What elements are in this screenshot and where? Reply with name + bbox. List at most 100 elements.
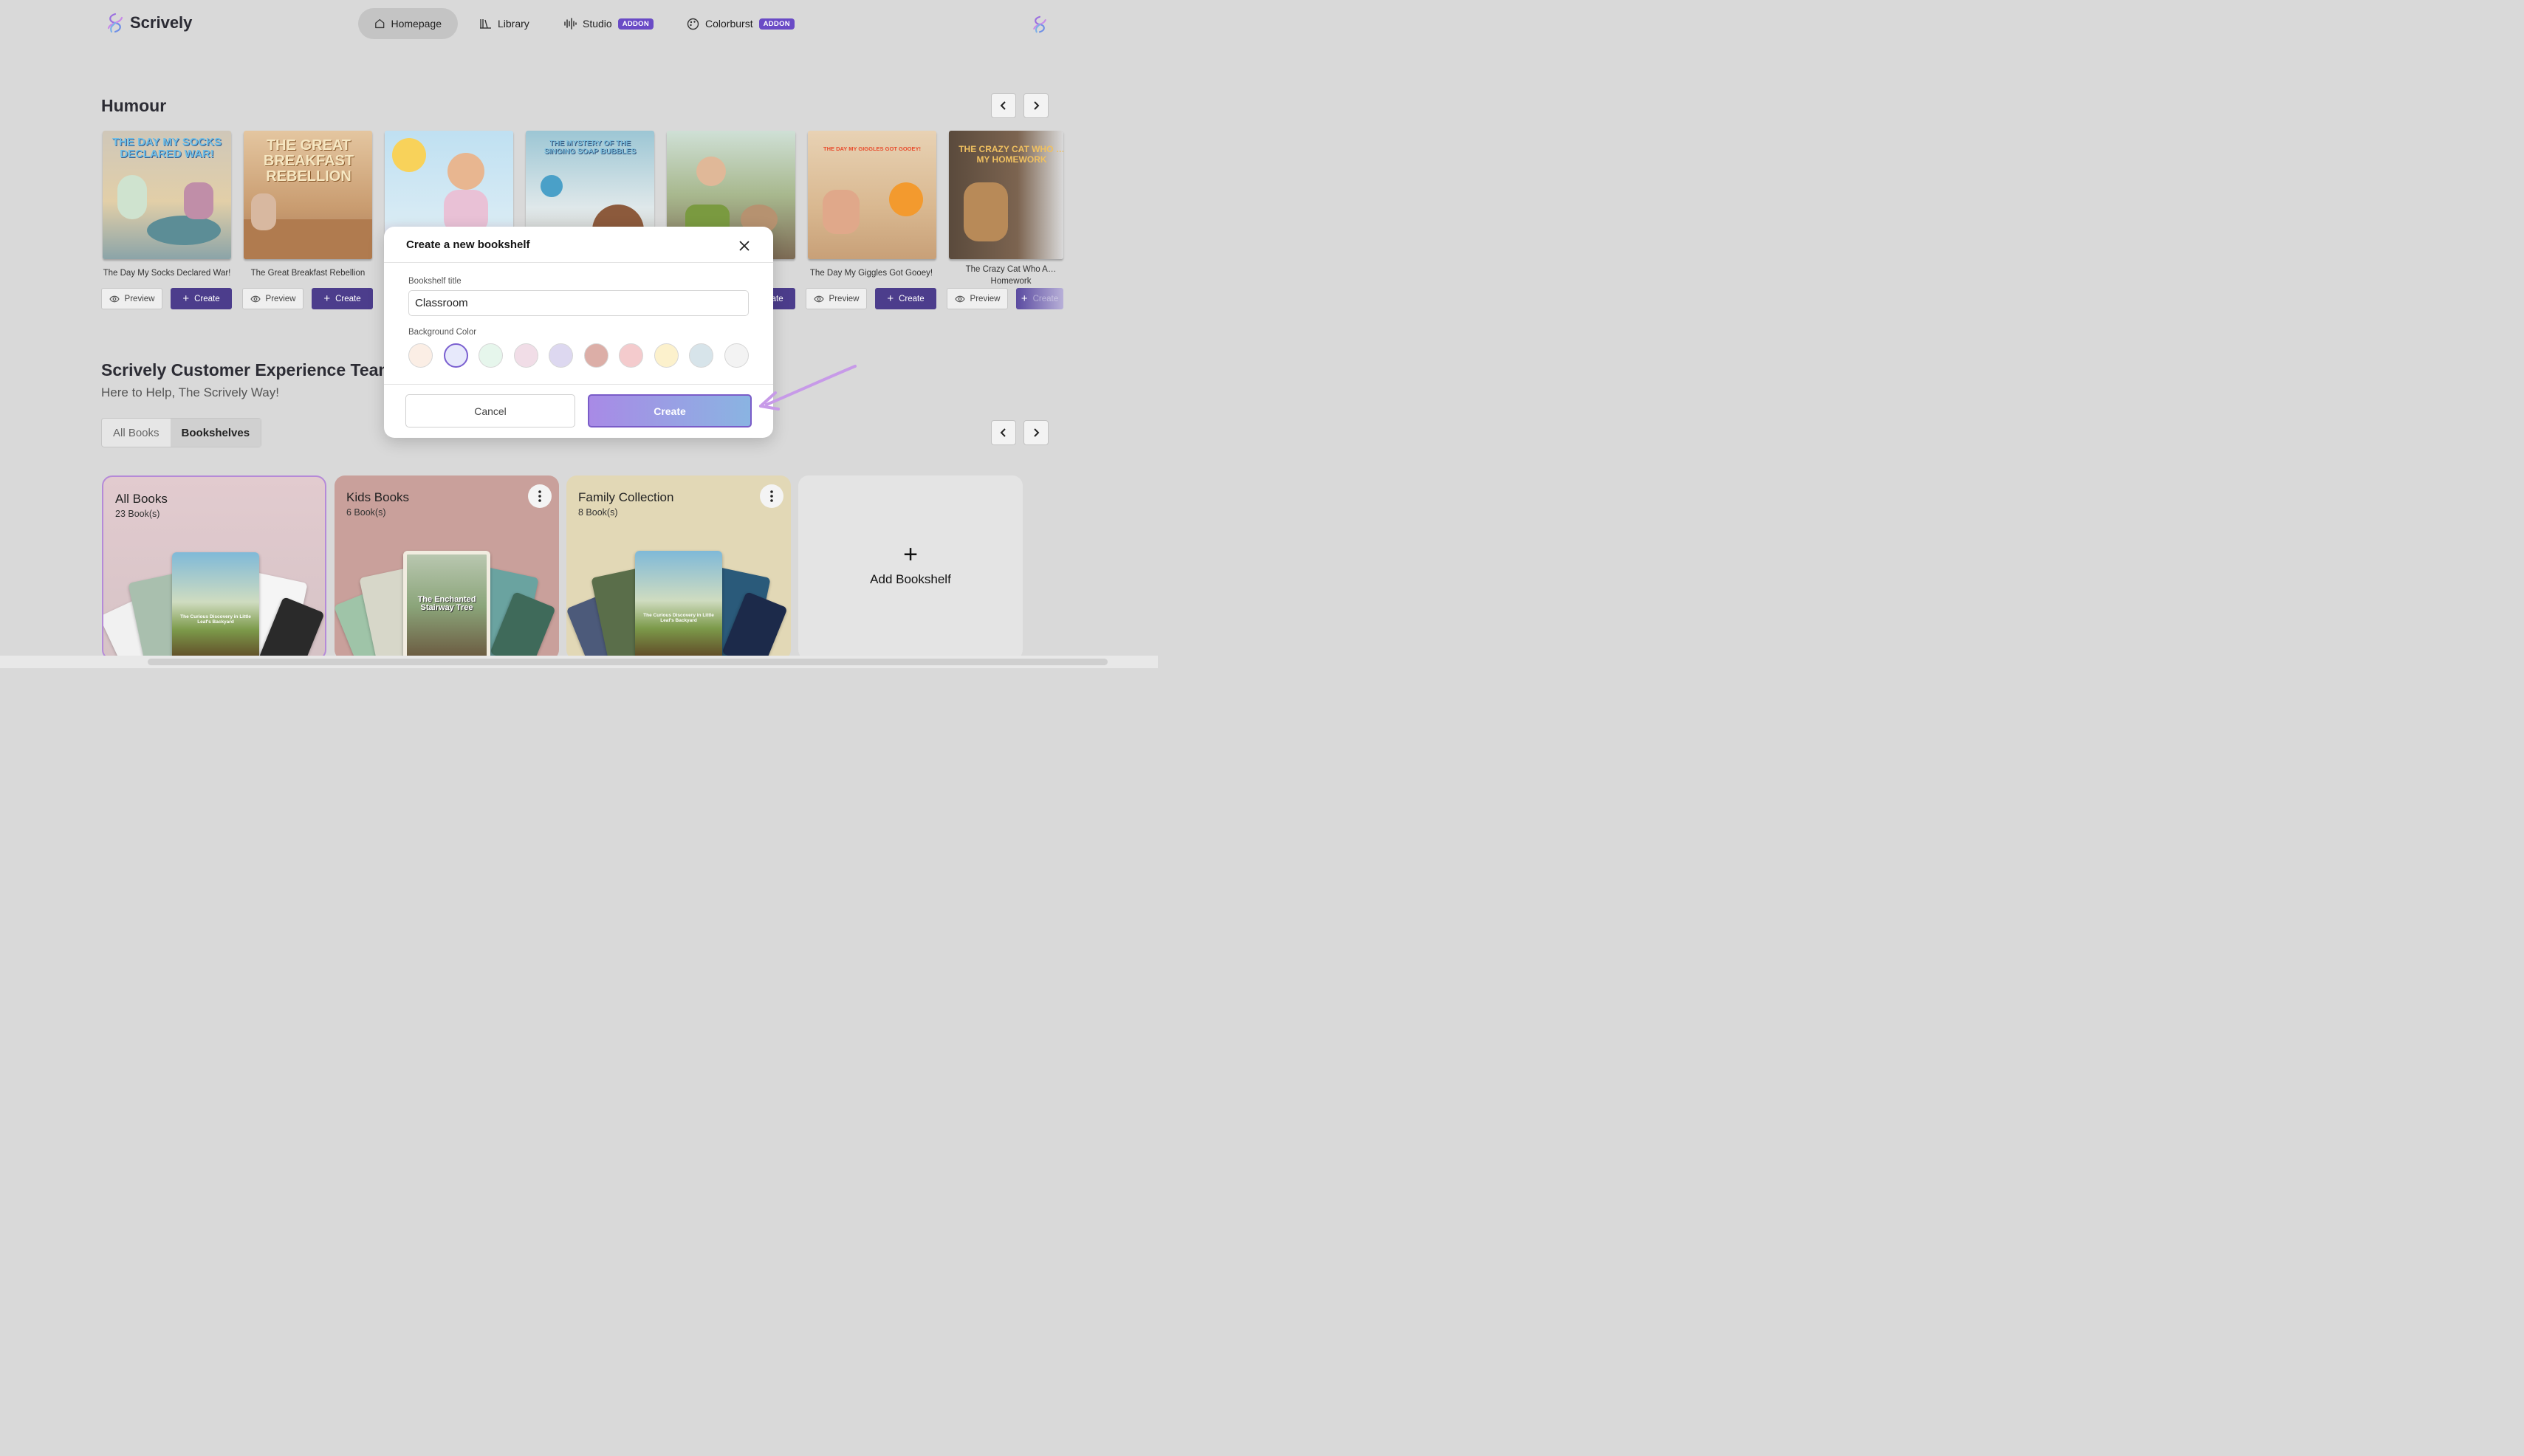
nav-colorburst[interactable]: Colorburst ADDON <box>671 8 811 39</box>
cover-figure <box>184 182 213 219</box>
scrively-logo-icon <box>107 13 123 33</box>
plus-icon: + <box>182 292 190 305</box>
book-title: The Day My Giggles Got Gooey! <box>809 269 933 278</box>
more-vertical-icon <box>770 490 773 502</box>
create-bookshelf-button[interactable]: Create <box>588 394 752 427</box>
shelf-menu-button[interactable] <box>528 484 552 508</box>
book-title: The Great Breakfast Rebellion <box>250 269 366 278</box>
nav-studio[interactable]: Studio ADDON <box>547 8 670 39</box>
preview-label: Preview <box>265 294 296 303</box>
book-cover[interactable]: THE CRAZY CAT WHO … MY HOMEWORK <box>949 131 1063 259</box>
color-swatch-rose[interactable] <box>584 343 608 368</box>
nav-library-label: Library <box>498 18 529 30</box>
eye-icon <box>250 295 261 302</box>
create-button[interactable]: + Create <box>875 288 936 309</box>
color-swatch-cream[interactable] <box>654 343 679 368</box>
library-icon <box>480 19 491 29</box>
eye-icon <box>109 295 120 302</box>
cancel-button[interactable]: Cancel <box>405 394 575 427</box>
preview-button[interactable]: Preview <box>242 288 304 309</box>
preview-button[interactable]: Preview <box>806 288 867 309</box>
horizontal-scrollbar[interactable] <box>0 656 1158 668</box>
add-bookshelf-card[interactable]: + Add Bookshelf <box>798 475 1023 660</box>
cover-title-text: THE GREAT BREAKFAST REBELLION <box>263 137 354 185</box>
tab-all-books[interactable]: All Books <box>102 419 171 447</box>
shelves-next-button[interactable] <box>1023 420 1049 445</box>
bookshelf-card[interactable]: All Books 23 Book(s) The Curious Discove… <box>102 475 326 660</box>
create-label: Create <box>1032 294 1059 303</box>
cover-figure <box>964 182 1008 241</box>
color-swatch-pink[interactable] <box>514 343 538 368</box>
book-cover[interactable]: THE DAY MY GIGGLES GOT GOOEY! <box>808 131 936 259</box>
scrollbar-thumb[interactable] <box>148 659 1108 665</box>
tab-bookshelves[interactable]: Bookshelves <box>170 419 261 447</box>
featured-cover-text: The Enchanted Stairway Tree <box>417 595 476 612</box>
cover-figure <box>889 182 923 216</box>
create-button[interactable]: + Create <box>312 288 373 309</box>
team-title: Scrively Customer Experience Team <box>101 360 394 380</box>
featured-cover-text: The Curious Discovery in Little Leaf's B… <box>180 614 251 625</box>
chevron-left-icon <box>1000 101 1006 110</box>
addon-badge: ADDON <box>758 18 795 30</box>
shelf-count: 6 Book(s) <box>346 507 386 518</box>
bookshelf-title-input[interactable] <box>408 290 749 316</box>
chevron-right-icon <box>1034 428 1040 437</box>
color-swatch-lilac[interactable] <box>549 343 573 368</box>
sun-figure <box>392 138 426 172</box>
preview-button[interactable]: Preview <box>101 288 162 309</box>
cover-figure <box>696 157 726 186</box>
app-name: Scrively <box>130 13 193 32</box>
home-icon <box>375 18 385 29</box>
nav-homepage[interactable]: Homepage <box>358 8 458 39</box>
section-title-humour: Humour <box>101 96 167 115</box>
cover-figure <box>823 190 860 234</box>
preview-label: Preview <box>829 294 860 303</box>
bookshelf-title-label: Bookshelf title <box>408 277 462 286</box>
color-swatch-blush[interactable] <box>619 343 643 368</box>
close-icon <box>739 241 750 251</box>
cover-figure <box>251 193 276 230</box>
featured-cover-text: The Curious Discovery in Little Leaf's B… <box>643 613 714 623</box>
humour-prev-button[interactable] <box>991 93 1016 118</box>
preview-label: Preview <box>970 294 1001 303</box>
annotation-arrow-icon <box>759 365 857 411</box>
chevron-right-icon <box>1034 101 1040 110</box>
palette-icon <box>687 18 699 30</box>
shelf-title: Kids Books <box>346 490 410 504</box>
plus-icon: + <box>887 292 894 305</box>
app-logo[interactable]: Scrively <box>105 12 192 34</box>
book-title: The Crazy Cat Who A… Homework <box>947 264 1075 287</box>
nav-colorburst-label: Colorburst <box>705 18 753 30</box>
bookshelf-card[interactable]: Family Collection 8 Book(s) The Curious … <box>566 475 791 660</box>
waveform-icon <box>564 18 577 30</box>
book-cover[interactable]: THE DAY MY SOCKS DECLARED WAR! <box>103 131 231 259</box>
create-button[interactable]: + Create <box>1016 288 1063 309</box>
shelf-title: Family Collection <box>578 490 674 504</box>
color-swatch-peach[interactable] <box>408 343 433 368</box>
cover-title-text: THE DAY MY SOCKS DECLARED WAR! <box>112 136 222 160</box>
color-swatch-gray[interactable] <box>724 343 749 368</box>
nav-studio-label: Studio <box>583 18 612 30</box>
color-swatch-sky[interactable] <box>689 343 713 368</box>
plus-icon: + <box>1021 292 1028 305</box>
cover-figure <box>541 175 563 197</box>
shelves-prev-button[interactable] <box>991 420 1016 445</box>
preview-button[interactable]: Preview <box>947 288 1008 309</box>
view-tabs: All Books Bookshelves <box>101 418 262 447</box>
close-button[interactable] <box>736 238 752 254</box>
create-button[interactable]: + Create <box>171 288 232 309</box>
color-swatch-lavender-selected[interactable] <box>444 343 468 368</box>
shelf-menu-button[interactable] <box>760 484 783 508</box>
featured-book-card: The Curious Discovery in Little Leaf's B… <box>635 551 722 660</box>
humour-next-button[interactable] <box>1023 93 1049 118</box>
create-bookshelf-dialog: Create a new bookshelf Bookshelf title B… <box>384 227 773 438</box>
shelf-title: All Books <box>115 492 168 506</box>
more-vertical-icon <box>538 490 541 502</box>
bookshelf-card[interactable]: Kids Books 6 Book(s) The Enchanted Stair… <box>335 475 559 660</box>
nav-library[interactable]: Library <box>463 8 546 39</box>
color-swatch-mint[interactable] <box>479 343 503 368</box>
profile-logo-icon[interactable] <box>1031 15 1049 34</box>
featured-book-card: The Curious Discovery in Little Leaf's B… <box>172 552 259 659</box>
chevron-left-icon <box>1000 428 1006 437</box>
book-cover[interactable]: THE GREAT BREAKFAST REBELLION <box>244 131 372 259</box>
